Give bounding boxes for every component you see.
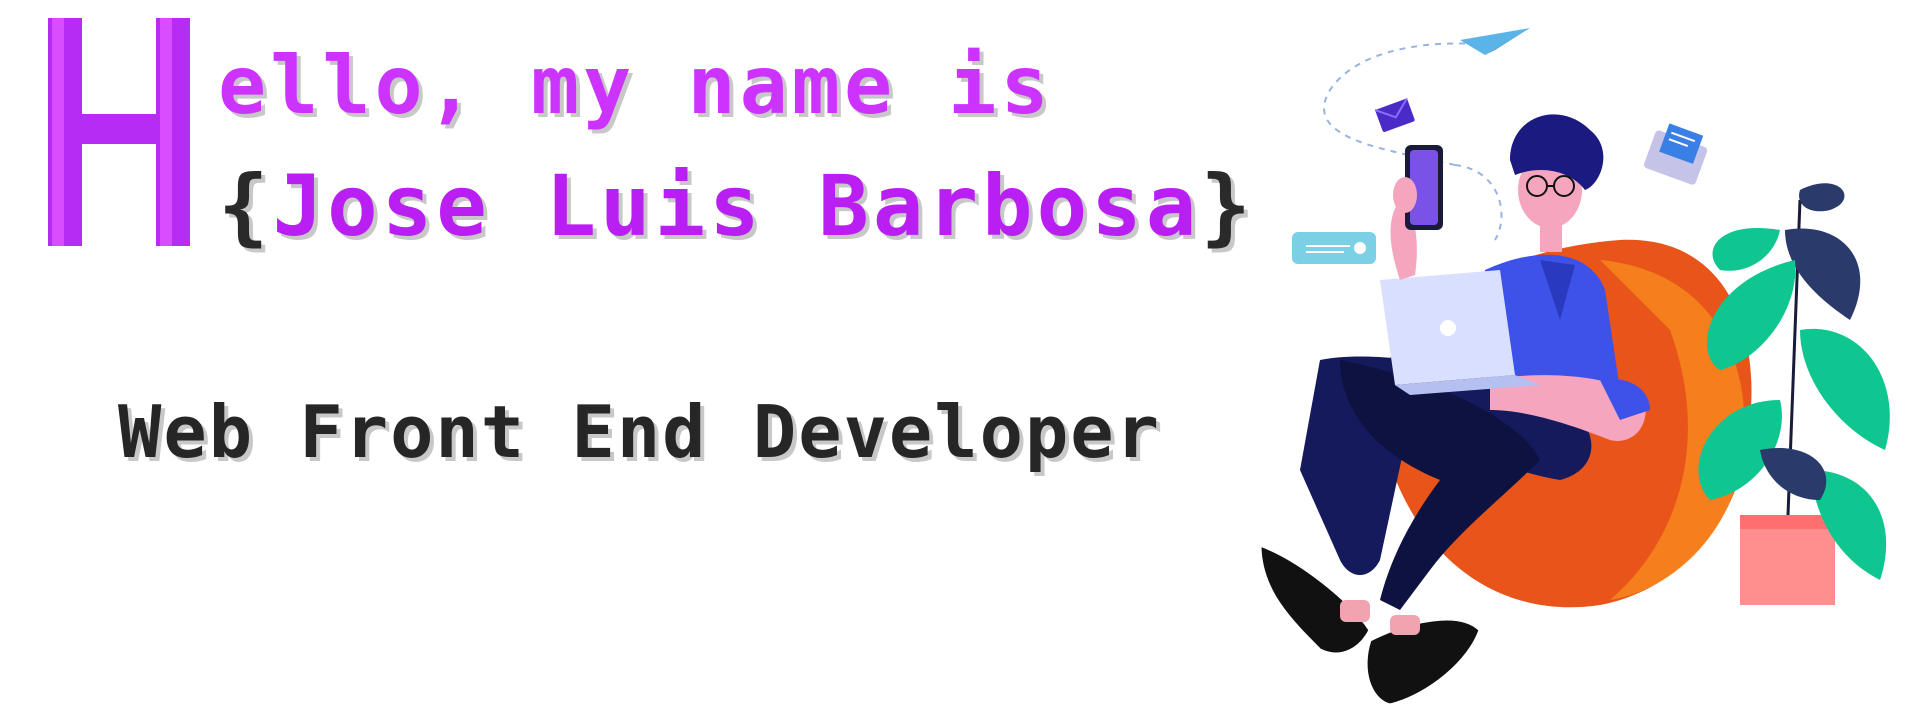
developer-name: Jose Luis Barbosa xyxy=(272,157,1201,255)
hero-illustration xyxy=(1258,28,1890,707)
mail-card-icon xyxy=(1644,123,1708,185)
greeting-text: ello, my name is xyxy=(218,39,1053,132)
chat-bubble-icon xyxy=(1292,232,1376,264)
svg-text:H: H xyxy=(116,210,122,221)
envelope-icon xyxy=(1374,97,1415,132)
name-heading: {Jose Luis Barbosa} xyxy=(218,164,1255,248)
open-brace: { xyxy=(218,157,273,255)
paper-plane-icon xyxy=(1460,28,1530,55)
hero-initial-h-letter: H xyxy=(48,18,190,246)
job-title: Web Front End Developer xyxy=(118,390,1161,474)
